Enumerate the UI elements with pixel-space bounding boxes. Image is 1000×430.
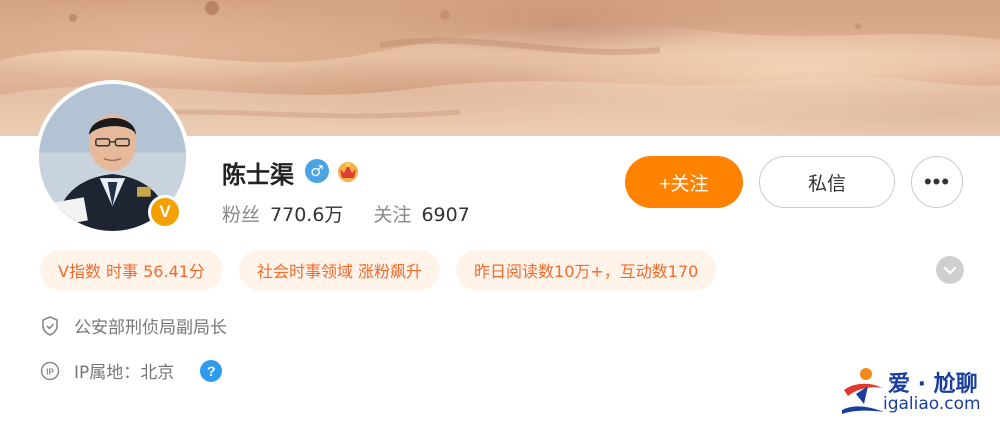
tag-reads[interactable]: 昨日阅读数10万+，互动数170 <box>456 250 717 290</box>
tag-domain[interactable]: 社会时事领域 涨粉飙升 <box>238 250 441 290</box>
profile-tags: V指数 时事 56.41分 社会时事领域 涨粉飙升 昨日阅读数10万+，互动数1… <box>40 250 717 290</box>
chevron-down-icon[interactable] <box>936 256 964 284</box>
verified-badge-icon: V <box>148 195 182 229</box>
following-label[interactable]: 关注 <box>373 200 411 227</box>
follow-button[interactable]: +关注 <box>625 156 743 208</box>
more-dots-icon: ••• <box>923 169 951 194</box>
message-button[interactable]: 私信 <box>759 156 895 208</box>
help-icon[interactable]: ? <box>200 359 223 382</box>
fans-count[interactable]: 770.6万 <box>270 200 343 227</box>
crown-badge-icon[interactable] <box>335 158 361 184</box>
watermark-logo-icon <box>842 368 884 414</box>
male-icon: ♂ <box>305 159 329 183</box>
ip-location: IP属地：北京 <box>74 363 175 383</box>
more-options-button[interactable]: ••• <box>911 156 963 208</box>
profile-name: 陈士渠 <box>222 161 294 189</box>
watermark: 爱 · 尬聊 igaliao.com <box>838 362 998 422</box>
ip-icon: IP <box>40 361 60 381</box>
title-row: 公安部刑侦局副局长 <box>40 313 227 338</box>
profile-stats: 粉丝 770.6万 关注 6907 <box>222 200 470 227</box>
tag-v-index[interactable]: V指数 时事 56.41分 <box>40 250 223 290</box>
svg-text:IP: IP <box>46 367 54 376</box>
profile-title: 公安部刑侦局副局长 <box>74 318 227 338</box>
ip-row: IP IP属地：北京 ? <box>40 358 223 383</box>
watermark-url: igaliao.com <box>883 394 981 414</box>
fans-label[interactable]: 粉丝 <box>222 200 260 227</box>
following-count[interactable]: 6907 <box>421 204 469 226</box>
shield-icon <box>40 315 60 336</box>
